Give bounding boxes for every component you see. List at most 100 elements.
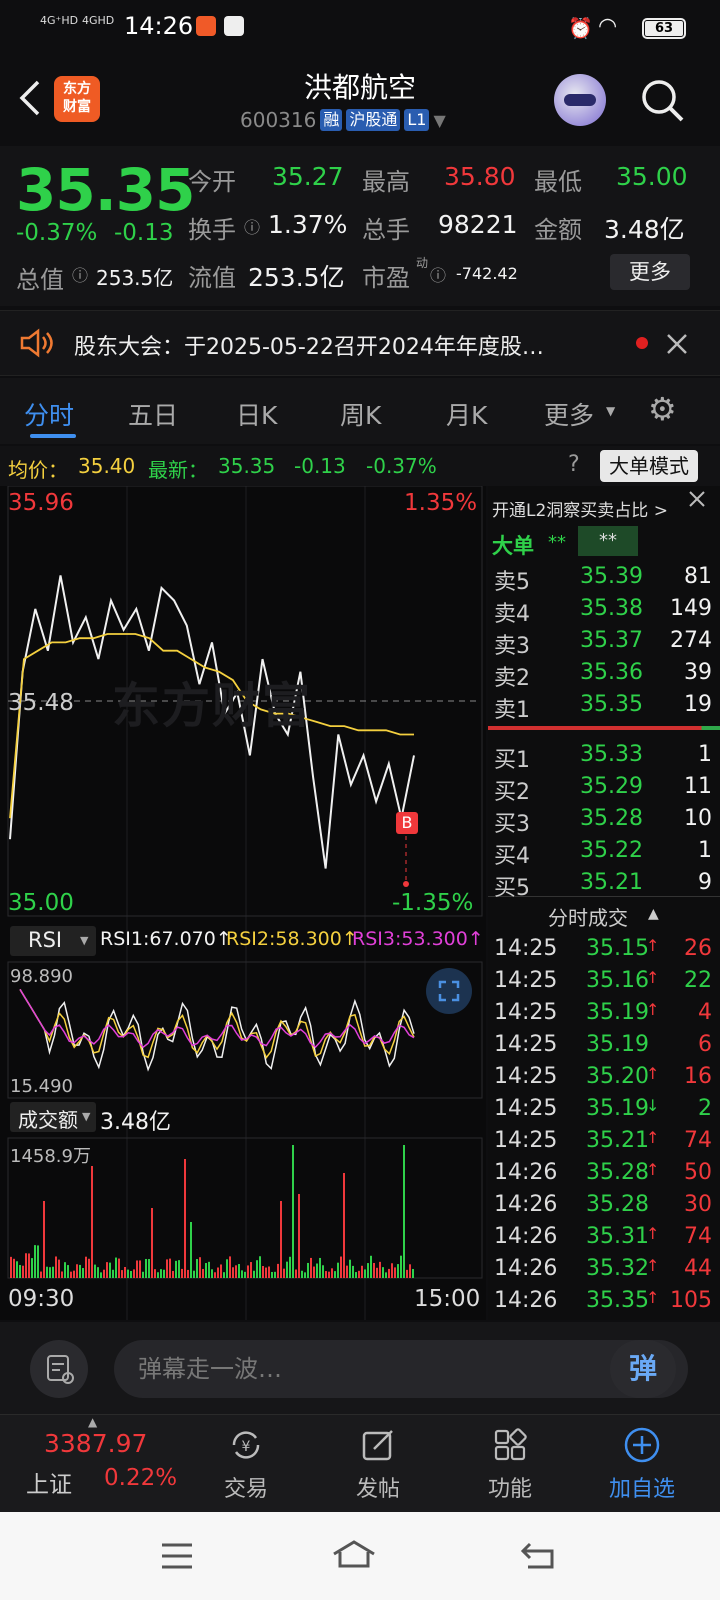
volume-bar	[70, 1271, 72, 1278]
close-icon[interactable]	[666, 333, 688, 355]
expand-icon[interactable]	[426, 968, 472, 1014]
info-icon[interactable]: ⓘ	[244, 214, 260, 238]
volume-bar	[397, 1264, 399, 1278]
volume-bar	[244, 1271, 246, 1278]
change-percent: -0.37%	[16, 220, 98, 246]
volume-bar	[403, 1145, 405, 1278]
volume-bar	[160, 1269, 162, 1278]
volume-bar	[22, 1265, 24, 1278]
index-name[interactable]: 上证	[26, 1465, 72, 1499]
volume-bar	[142, 1271, 144, 1278]
tick-row: 14:25 35.16 ↑ 22	[494, 968, 712, 993]
volume-selector[interactable]: 成交额 ▼	[10, 1102, 96, 1132]
nav-trade[interactable]: ¥ 交易	[196, 1425, 296, 1503]
volume-bar	[151, 1208, 153, 1278]
quote-panel: 35.35 -0.37% -0.13 总值 ⓘ 253.5亿 今开 35.27 …	[0, 146, 720, 306]
buy-marker[interactable]: B	[396, 812, 418, 834]
close-promo-icon[interactable]	[684, 488, 710, 510]
big-order-mode-button[interactable]: 大单模式	[600, 450, 698, 482]
tick-row: 14:26 35.35 ↑ 105	[494, 1288, 712, 1313]
bid-row[interactable]: 买2 35.29 11	[488, 774, 720, 805]
rsi-selector[interactable]: RSI ▼	[10, 926, 96, 956]
tick-row: 14:26 35.32 ↑ 44	[494, 1256, 712, 1281]
tab-more[interactable]: 更多	[544, 396, 594, 432]
volume-bar	[343, 1173, 345, 1278]
tab-5day[interactable]: 五日	[128, 396, 178, 432]
volume-bar	[166, 1259, 168, 1278]
info-icon[interactable]: ⓘ	[430, 262, 446, 286]
volume-bar	[148, 1259, 150, 1278]
notice-text[interactable]: 股东大会：于2025-05-22召开2024年年度股…	[74, 329, 634, 361]
volume-bar	[271, 1271, 273, 1278]
dropdown-icon[interactable]: ▼	[433, 111, 445, 130]
tick-row: 14:25 35.19 6	[494, 1032, 712, 1057]
system-nav-bar	[0, 1512, 720, 1600]
nav-functions[interactable]: 功能	[460, 1425, 560, 1503]
float-value: 253.5亿	[248, 263, 345, 292]
volume-bar	[310, 1257, 312, 1278]
tab-weekly-k[interactable]: 周K	[340, 396, 381, 432]
menu-icon[interactable]	[160, 1542, 194, 1570]
volume-bar	[409, 1264, 411, 1278]
index-value[interactable]: 3387.97	[44, 1429, 147, 1458]
nav-add-watchlist[interactable]: 加自选	[592, 1425, 692, 1503]
index-change[interactable]: 0.22%	[104, 1465, 177, 1491]
tag-connect: 沪股通	[346, 109, 401, 131]
notice-bar[interactable]: 股东大会：于2025-05-22召开2024年年度股…	[0, 310, 720, 376]
ticks-title[interactable]: 分时成交	[548, 902, 628, 931]
big-order-label: 大单	[492, 534, 534, 558]
danmu-settings-icon[interactable]	[30, 1340, 88, 1398]
mktcap-label: 总值	[16, 266, 64, 294]
tab-intraday[interactable]: 分时	[24, 396, 74, 432]
danmu-input[interactable]: 弹幕走一波…	[114, 1340, 688, 1398]
tick-row: 14:25 35.21 ↑ 74	[494, 1128, 712, 1153]
volume-bar	[259, 1256, 261, 1278]
settings-gear-icon[interactable]: ⚙	[648, 390, 677, 428]
bid-row[interactable]: 买4 35.22 1	[488, 838, 720, 869]
ask-row[interactable]: 卖3 35.37 274	[488, 628, 720, 659]
order-book-panel: 开通L2洞察买卖占比 > 大单 ** ** 分时成交 ▲ 卖5 35.39 81 卖4…	[488, 486, 720, 1320]
volume-bar	[157, 1272, 159, 1278]
help-icon[interactable]: ?	[568, 452, 580, 477]
ask-row[interactable]: 卖2 35.36 39	[488, 660, 720, 691]
nav-post[interactable]: 发帖	[328, 1425, 428, 1503]
tick-row: 14:26 35.31 ↑ 74	[494, 1224, 712, 1249]
search-icon[interactable]	[640, 78, 686, 124]
volume-bar	[73, 1270, 75, 1278]
back-nav-icon[interactable]	[520, 1540, 556, 1570]
volume-bar	[94, 1264, 96, 1278]
volume-bar	[205, 1263, 207, 1278]
chart-min-price: 35.00	[8, 890, 74, 916]
chart-area[interactable]: 35.96 1.35% 35.48 35.00 -1.35% 东方财富 B RS…	[0, 486, 486, 1320]
volume-bar	[127, 1269, 129, 1278]
tag-level: L1	[404, 109, 430, 131]
rsi-max: 98.890	[10, 966, 73, 987]
ask-row[interactable]: 卖4 35.38 149	[488, 596, 720, 627]
tab-daily-k[interactable]: 日K	[236, 396, 277, 432]
bid-row[interactable]: 买3 35.28 10	[488, 806, 720, 837]
rsi-min: 15.490	[10, 1076, 73, 1097]
l2-promo-link[interactable]: 开通L2洞察买卖占比 >	[492, 496, 668, 521]
robot-avatar[interactable]	[554, 74, 606, 126]
ask-row[interactable]: 卖5 35.39 81	[488, 564, 720, 595]
mktcap-value: 253.5亿	[96, 266, 174, 290]
home-icon[interactable]	[330, 1538, 378, 1570]
volume-bar	[286, 1261, 288, 1278]
volume-bar	[250, 1262, 252, 1278]
bid-row[interactable]: 买1 35.33 1	[488, 742, 720, 773]
volume-bar	[37, 1245, 39, 1278]
info-icon[interactable]: ⓘ	[72, 262, 88, 286]
more-button[interactable]: 更多	[610, 254, 690, 290]
chart-max-pct: 1.35%	[404, 490, 478, 516]
volume-bar	[58, 1259, 60, 1278]
volume-bar	[229, 1256, 231, 1278]
bid-row[interactable]: 买5 35.21 9	[488, 870, 720, 901]
danmu-toggle-button[interactable]: 弹	[610, 1340, 676, 1398]
volume-bar	[289, 1256, 291, 1278]
volume-bar	[79, 1264, 81, 1278]
ask-row[interactable]: 卖1 35.35 19	[488, 692, 720, 723]
tab-monthly-k[interactable]: 月K	[446, 396, 487, 432]
danmu-bar: 弹幕走一波… 弹	[0, 1322, 720, 1414]
pe-superscript: 动	[416, 256, 429, 270]
volume-bar	[268, 1266, 270, 1278]
